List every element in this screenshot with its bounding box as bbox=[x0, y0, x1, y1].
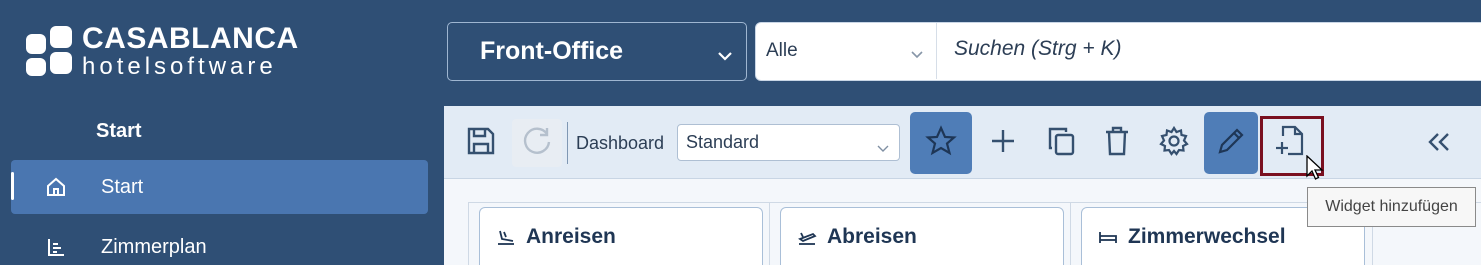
widget-title: Zimmerwechsel bbox=[1128, 225, 1286, 248]
column-divider bbox=[1070, 202, 1071, 265]
logo-mark-icon bbox=[26, 25, 72, 78]
delete-dashboard-button[interactable] bbox=[1092, 119, 1142, 167]
dashboard-label: Dashboard bbox=[576, 133, 665, 153]
chevron-down-icon bbox=[877, 138, 889, 159]
add-dashboard-button[interactable] bbox=[978, 119, 1028, 167]
sidebar-item-label: Zimmerplan bbox=[101, 235, 207, 258]
active-indicator bbox=[11, 172, 14, 200]
home-icon bbox=[11, 176, 101, 198]
widget-title: Abreisen bbox=[827, 225, 917, 248]
departure-icon bbox=[797, 228, 817, 251]
chevron-down-icon bbox=[910, 45, 924, 67]
widget-anreisen[interactable]: Anreisen bbox=[479, 207, 763, 265]
trash-icon bbox=[1101, 124, 1133, 163]
search-scope-select[interactable]: Alle bbox=[756, 23, 937, 79]
dashboard-toolbar: Dashboard Standard bbox=[444, 106, 1481, 179]
edit-dashboard-button[interactable] bbox=[1204, 112, 1258, 174]
module-select[interactable]: Front-Office bbox=[447, 22, 747, 81]
save-button[interactable] bbox=[456, 119, 506, 167]
copy-icon bbox=[1044, 124, 1078, 163]
search-scope-value: Alle bbox=[766, 40, 798, 61]
plus-icon bbox=[988, 126, 1018, 161]
sidebar-item-start[interactable]: Start bbox=[11, 160, 428, 214]
sidebar-section-title: Start bbox=[96, 120, 142, 142]
tooltip: Widget hinzufügen bbox=[1307, 187, 1476, 227]
widget-abreisen[interactable]: Abreisen bbox=[780, 207, 1064, 265]
brand-subtitle: hotelsoftware bbox=[82, 53, 277, 80]
sidebar-item-label: Start bbox=[101, 175, 144, 198]
dashboard-select-value: Standard bbox=[686, 132, 760, 152]
arrival-icon bbox=[496, 228, 516, 251]
dashboard-select[interactable]: Standard bbox=[677, 124, 900, 161]
brand-name: CASABLANCA bbox=[82, 22, 299, 55]
mouse-cursor-icon bbox=[1306, 154, 1324, 188]
widget-title: Anreisen bbox=[526, 225, 616, 248]
favorite-button[interactable] bbox=[910, 112, 972, 174]
bed-icon bbox=[1098, 228, 1118, 251]
dashboard-content: Dashboard Standard Anreisen Abreisen Zim… bbox=[444, 106, 1481, 265]
settings-button[interactable] bbox=[1149, 119, 1199, 167]
sidebar-item-zimmerplan[interactable]: Zimmerplan bbox=[11, 220, 428, 265]
pencil-icon bbox=[1214, 124, 1248, 163]
chevron-down-icon bbox=[716, 43, 734, 72]
brand-logo[interactable]: CASABLANCA hotelsoftware bbox=[26, 24, 299, 79]
copy-dashboard-button[interactable] bbox=[1036, 119, 1086, 167]
module-select-value: Front-Office bbox=[480, 37, 624, 65]
toolbar-divider bbox=[567, 122, 568, 164]
star-icon bbox=[924, 124, 958, 163]
gear-icon bbox=[1157, 124, 1191, 163]
collapse-icon bbox=[1426, 133, 1452, 157]
collapse-button[interactable] bbox=[1426, 131, 1452, 158]
refresh-icon bbox=[520, 124, 554, 163]
room-plan-icon bbox=[11, 236, 101, 258]
search-input[interactable]: Suchen (Strg + K) bbox=[954, 37, 1122, 61]
global-search: Alle Suchen (Strg + K) bbox=[755, 22, 1481, 81]
column-divider bbox=[769, 202, 770, 265]
refresh-button[interactable] bbox=[512, 119, 562, 167]
sidebar: CASABLANCA hotelsoftware Start Start Zim… bbox=[0, 0, 444, 265]
save-icon bbox=[464, 124, 498, 163]
